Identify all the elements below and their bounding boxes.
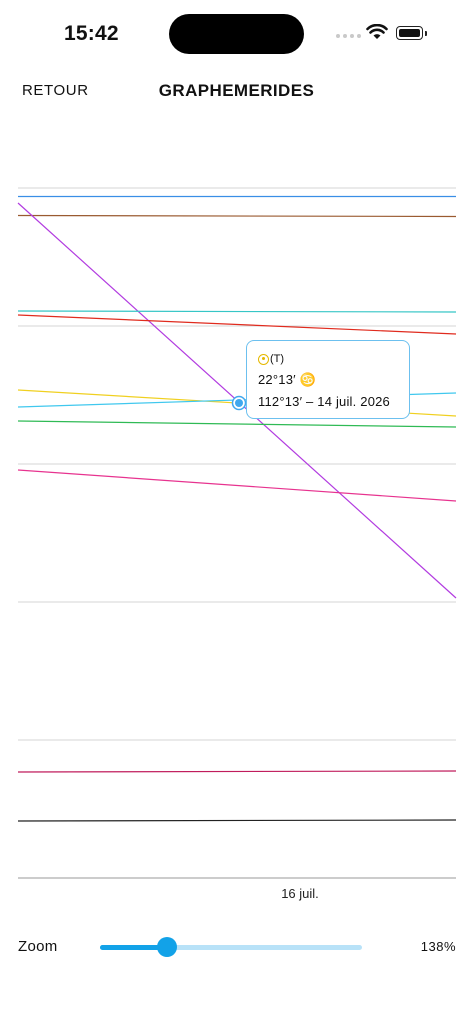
zoom-slider-thumb[interactable]	[156, 937, 177, 957]
battery-tip	[425, 31, 427, 36]
series-line-9	[17, 469, 457, 502]
status-bar: 15:42	[0, 0, 473, 70]
zoom-slider-track[interactable]	[100, 937, 362, 957]
cellular-signal-icon	[336, 34, 361, 38]
data-tooltip: (T) 22°13′ ♋ 112°13′ – 14 juil. 2026	[246, 340, 410, 419]
zoom-label: Zoom	[18, 938, 58, 955]
x-axis-tick-label: 16 juil.	[281, 886, 319, 901]
zoom-value: 138%	[420, 939, 456, 954]
zoom-control: Zoom 138%	[0, 928, 473, 968]
selected-point-marker[interactable]	[235, 399, 243, 407]
wifi-icon	[366, 23, 388, 45]
status-time: 15:42	[64, 22, 119, 45]
tooltip-position: 22°13′ ♋	[258, 372, 316, 387]
page-title: GRAPHEMERIDES	[158, 81, 315, 100]
series-line-5	[17, 314, 457, 335]
battery-icon	[396, 26, 423, 40]
navigation-bar: RETOUR GRAPHEMERIDES	[0, 72, 473, 108]
chart-canvas[interactable]	[0, 120, 473, 910]
series-line-10	[17, 770, 457, 773]
series-line-2	[17, 214, 457, 218]
series-line-4	[17, 310, 457, 313]
tooltip-header: (T)	[258, 349, 398, 369]
sun-icon	[258, 353, 269, 365]
tooltip-planet-symbol: (T)	[270, 353, 285, 365]
tooltip-longitude-date: 112°13′ – 14 juil. 2026	[258, 394, 390, 409]
dynamic-island	[169, 14, 304, 54]
series-line-11	[17, 819, 457, 822]
ephemeris-chart[interactable]	[0, 120, 473, 910]
series-line-8	[17, 420, 457, 428]
